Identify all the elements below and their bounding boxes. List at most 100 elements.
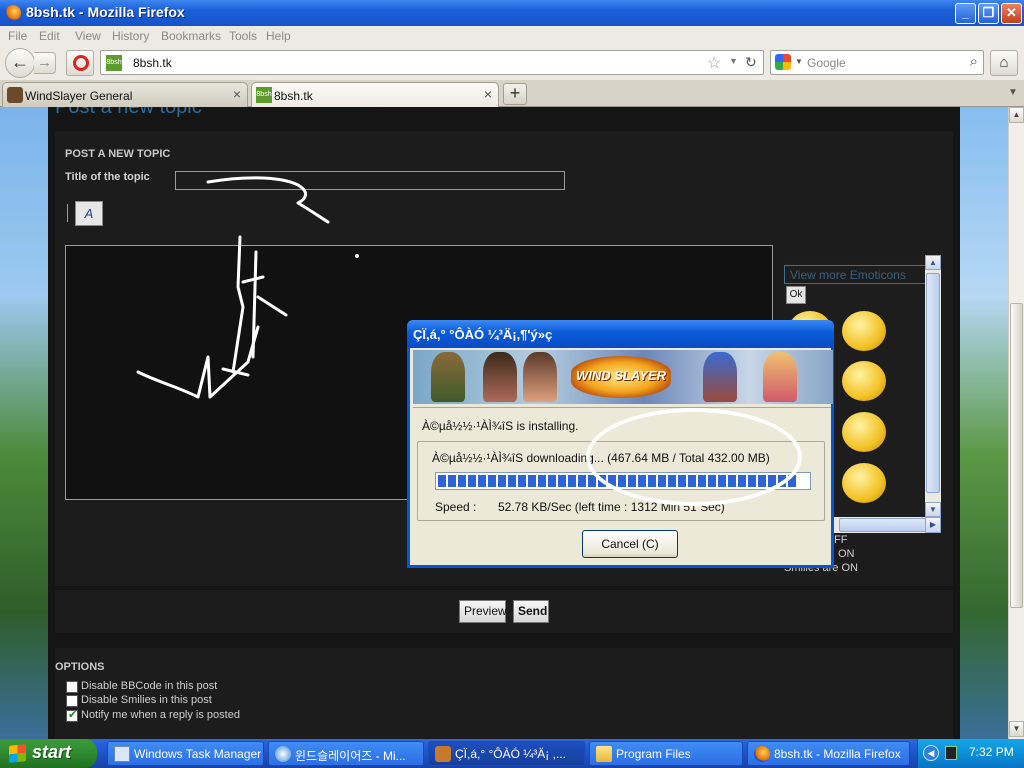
scroll-thumb[interactable] xyxy=(1010,303,1023,608)
url-bar[interactable]: 8bsh 8bsh.tk ☆ ▼ ↻ xyxy=(100,50,764,75)
install-status: À©µå½½·¹ÀÌ¾îS is installing. xyxy=(422,419,579,433)
scroll-up-icon[interactable]: ▲ xyxy=(1009,107,1024,123)
minimize-button[interactable]: _ xyxy=(955,3,976,24)
window-titlebar[interactable]: 8bsh.tk - Mozilla Firefox _ ❐ ✕ xyxy=(0,0,1024,26)
start-button[interactable]: start xyxy=(0,739,97,768)
taskbar-label: Windows Task Manager xyxy=(134,747,262,761)
forward-arrow-icon: → xyxy=(37,54,52,71)
stop-addon-button[interactable] xyxy=(66,50,94,76)
menu-file[interactable]: File xyxy=(8,29,27,43)
internet-explorer-icon xyxy=(275,746,291,762)
character-art xyxy=(483,352,517,402)
taskbar-firefox[interactable]: 8bsh.tk - Mozilla Firefox xyxy=(747,741,910,766)
menu-bar: File Edit View History Bookmarks Tools H… xyxy=(0,26,1024,46)
installer-dialog: ÇÏ,á,° °ÔÀÓ ¼³Ä¡,¶'ý»ç WIND SLAYER À©µå½… xyxy=(407,320,834,568)
tab-label: WindSlayer General xyxy=(25,89,133,103)
search-bar[interactable]: ▼ Google ⌕ xyxy=(770,50,984,75)
firefox-icon xyxy=(754,746,770,762)
system-tray: ◀ 7:32 PM xyxy=(917,739,1024,768)
taskbar-task-manager[interactable]: Windows Task Manager xyxy=(107,741,264,766)
download-speed: Speed : 52.78 KB/Sec (left time : 1312 M… xyxy=(435,500,725,514)
taskbar-windslayer-ie[interactable]: 윈드슬레이어즈 - Mi... xyxy=(268,741,424,766)
scroll-down-icon[interactable]: ▼ xyxy=(925,502,941,517)
smiley-frown-icon[interactable] xyxy=(842,361,886,401)
bookmark-star-icon[interactable]: ☆ xyxy=(707,53,721,73)
show-hidden-icons-icon[interactable]: ◀ xyxy=(923,745,939,761)
preview-button[interactable]: Preview xyxy=(459,600,507,623)
character-art xyxy=(763,352,797,402)
google-engine-icon[interactable] xyxy=(775,54,791,70)
cancel-button[interactable]: Cancel (C) xyxy=(582,530,678,558)
site-favicon-icon: 8bsh xyxy=(106,55,122,71)
taskbar-label: 8bsh.tk - Mozilla Firefox xyxy=(774,747,901,761)
font-style-button[interactable]: A xyxy=(75,201,103,226)
taskbar-label: ÇÏ,á,° °ÔÀÓ ¼³Ä¡ ,... xyxy=(455,747,566,761)
character-art xyxy=(523,352,557,402)
back-button[interactable]: ← xyxy=(5,48,35,78)
smiley-rage-icon[interactable] xyxy=(842,463,886,503)
url-text[interactable]: 8bsh.tk xyxy=(133,56,172,70)
menu-view[interactable]: View xyxy=(75,29,101,43)
send-button[interactable]: Send xyxy=(513,600,549,623)
forward-button[interactable]: → xyxy=(34,52,56,74)
folder-icon xyxy=(596,746,612,762)
page-title: Post a new topic xyxy=(55,107,202,118)
tab-label: 8bsh.tk xyxy=(274,89,313,103)
url-dropdown-icon[interactable]: ▼ xyxy=(729,56,738,66)
menu-tools[interactable]: Tools xyxy=(229,29,257,43)
search-placeholder[interactable]: Google xyxy=(807,56,846,70)
smiley-neutral-icon[interactable] xyxy=(842,311,886,351)
character-art xyxy=(703,352,737,402)
menu-bookmarks[interactable]: Bookmarks xyxy=(161,29,221,43)
scroll-right-icon[interactable]: ▶ xyxy=(925,517,941,533)
new-tab-button[interactable]: + xyxy=(503,83,527,105)
scroll-thumb[interactable] xyxy=(926,273,940,493)
scroll-up-icon[interactable]: ▲ xyxy=(925,255,941,270)
navigation-toolbar: ← → 8bsh 8bsh.tk ☆ ▼ ↻ ▼ Google ⌕ ⌂ xyxy=(0,46,1024,80)
windslayer-banner-image: WIND SLAYER xyxy=(413,350,833,404)
taskbar-program-files[interactable]: Program Files xyxy=(589,741,743,766)
smiley-troll-icon[interactable] xyxy=(842,412,886,452)
scroll-down-icon[interactable]: ▼ xyxy=(1009,721,1024,737)
checkbox[interactable] xyxy=(66,681,78,693)
checkbox[interactable] xyxy=(66,695,78,707)
checkbox-checked[interactable] xyxy=(66,708,78,722)
download-progress-text: À©µå½½·¹ÀÌ¾îS downloading... (467.64 MB … xyxy=(432,451,770,465)
scroll-thumb[interactable] xyxy=(839,518,927,532)
emoticon-vertical-scrollbar[interactable]: ▲ ▼ xyxy=(925,255,941,517)
view-more-emoticons-link[interactable]: View more Emoticons xyxy=(784,265,926,284)
engine-dropdown-icon[interactable]: ▼ xyxy=(795,57,803,66)
tab-8bsh[interactable]: 8bsh 8bsh.tk × xyxy=(251,82,499,108)
bbcode-status: FF xyxy=(834,534,848,546)
taskbar-installer[interactable]: ÇÏ,á,° °ÔÀÓ ¼³Ä¡ ,... xyxy=(428,741,585,766)
restore-button[interactable]: ❐ xyxy=(978,3,999,24)
search-magnifier-icon[interactable]: ⌕ xyxy=(970,53,978,70)
home-button[interactable]: ⌂ xyxy=(990,50,1018,76)
menu-help[interactable]: Help xyxy=(266,29,291,43)
option-label: Disable Smilies in this post xyxy=(81,694,212,706)
options-panel: OPTIONS Disable BBCode in this post Disa… xyxy=(55,648,953,739)
reload-icon[interactable]: ↻ xyxy=(745,54,757,71)
task-manager-icon xyxy=(114,746,130,762)
close-window-button[interactable]: ✕ xyxy=(1001,3,1022,24)
site-favicon-icon: 8bsh xyxy=(256,87,272,103)
tab-close-icon[interactable]: × xyxy=(484,86,492,102)
windows-taskbar: start Windows Task Manager 윈드슬레이어즈 - Mi.… xyxy=(0,739,1024,768)
taskbar-label: 윈드슬레이어즈 - Mi... xyxy=(295,749,406,763)
list-all-tabs-icon[interactable]: ▼ xyxy=(1008,87,1018,98)
emoticon-ok-button[interactable]: Ok xyxy=(786,286,806,304)
character-art xyxy=(431,352,465,402)
tab-close-icon[interactable]: × xyxy=(233,86,241,102)
menu-edit[interactable]: Edit xyxy=(39,29,60,43)
topic-title-input[interactable] xyxy=(175,171,565,190)
back-arrow-icon: ← xyxy=(11,52,29,72)
clock[interactable]: 7:32 PM xyxy=(969,745,1014,759)
page-scrollbar[interactable]: ▲ ▼ xyxy=(1008,107,1024,739)
menu-history[interactable]: History xyxy=(112,29,149,43)
toolbar-separator xyxy=(67,204,68,222)
tab-windslayer-general[interactable]: WindSlayer General × xyxy=(2,82,248,107)
section-heading: POST A NEW TOPIC xyxy=(65,148,171,160)
network-status-icon[interactable] xyxy=(945,746,957,760)
dialog-title[interactable]: ÇÏ,á,° °ÔÀÓ ¼³Ä¡,¶'ý»ç xyxy=(407,320,834,348)
windslayer-favicon-icon xyxy=(7,87,23,103)
